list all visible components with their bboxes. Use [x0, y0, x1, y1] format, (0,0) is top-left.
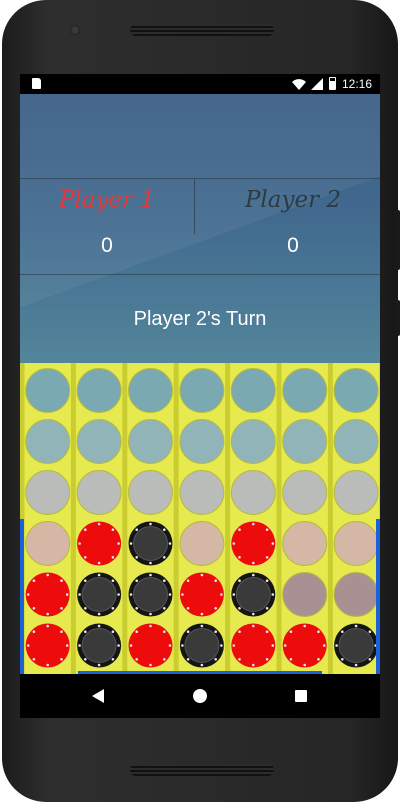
wifi-icon [292, 79, 306, 90]
board-cell-empty[interactable] [25, 368, 71, 413]
earpiece-speaker [130, 24, 274, 36]
volume-button [396, 210, 400, 270]
board-cell-red[interactable] [231, 521, 276, 566]
phone-frame: 12:16 Player 1 Player 2 0 0 Player 2's T… [2, 0, 400, 802]
board-cell-empty[interactable] [76, 470, 122, 515]
signal-icon [311, 78, 323, 90]
player-1-score: 0 [101, 234, 113, 257]
home-icon[interactable] [193, 689, 207, 703]
board-cell-black[interactable] [231, 572, 276, 617]
board-column-divider [173, 363, 179, 674]
board-cell-empty[interactable] [230, 368, 276, 413]
board-cell-empty[interactable] [76, 368, 122, 413]
power-button [396, 300, 400, 336]
board-column-divider [225, 363, 231, 674]
board-frame-left [20, 519, 24, 674]
bottom-speaker [130, 764, 274, 776]
board-column-divider [70, 363, 76, 674]
status-bar: 12:16 [20, 74, 380, 94]
board-cell-black[interactable] [179, 623, 224, 668]
board-cell-empty[interactable] [282, 521, 328, 566]
board-cell-empty[interactable] [282, 368, 328, 413]
board-cell-empty[interactable] [128, 470, 173, 515]
board-cell-empty[interactable] [282, 470, 328, 515]
board-cell-empty[interactable] [282, 572, 328, 617]
recents-icon[interactable] [295, 690, 307, 702]
board-column-divider [122, 363, 128, 674]
board-cell-empty[interactable] [25, 419, 71, 464]
board-frame-right [376, 519, 380, 674]
turn-indicator: Player 2's Turn [133, 308, 267, 330]
board-cell-red[interactable] [179, 572, 224, 617]
sd-card-icon [32, 78, 41, 89]
board-cell-red[interactable] [25, 572, 70, 617]
board-cell-empty[interactable] [333, 470, 379, 515]
board-cell-black[interactable] [77, 623, 122, 668]
board-cell-black[interactable] [128, 572, 173, 617]
player-2-name: Player 2 [244, 187, 342, 213]
game-board[interactable] [20, 363, 380, 674]
board-cell-empty[interactable] [179, 521, 225, 566]
board-cell-empty[interactable] [333, 419, 379, 464]
status-time: 12:16 [342, 77, 373, 91]
board-cell-red[interactable] [25, 623, 70, 668]
scoreboard-divider [194, 179, 195, 234]
board-column-divider [276, 363, 282, 674]
navigation-bar [20, 674, 380, 718]
game-screen: Player 1 Player 2 0 0 Player 2's Turn [20, 94, 380, 674]
board-cell-empty[interactable] [282, 419, 328, 464]
board-cell-empty[interactable] [333, 368, 379, 413]
board-cell-empty[interactable] [179, 419, 225, 464]
board-cell-empty[interactable] [76, 419, 122, 464]
board-grid[interactable] [20, 363, 380, 674]
front-camera [70, 25, 80, 35]
board-cell-black[interactable] [77, 572, 122, 617]
board-cell-empty[interactable] [25, 470, 71, 515]
board-cell-empty[interactable] [25, 521, 71, 566]
board-cell-red[interactable] [282, 623, 327, 668]
battery-icon [329, 77, 336, 90]
board-cell-empty[interactable] [128, 368, 173, 413]
screen: 12:16 Player 1 Player 2 0 0 Player 2's T… [20, 74, 380, 718]
board-cell-red[interactable] [128, 623, 173, 668]
player-2-score: 0 [287, 234, 299, 257]
board-cell-black[interactable] [334, 623, 379, 668]
board-column-divider [327, 363, 333, 674]
board-cell-red[interactable] [231, 623, 276, 668]
board-cell-empty[interactable] [333, 521, 379, 566]
board-cell-empty[interactable] [333, 572, 379, 617]
board-cell-red[interactable] [77, 521, 122, 566]
scoreboard: Player 1 Player 2 0 0 [20, 178, 380, 275]
board-cell-empty[interactable] [230, 470, 276, 515]
player-1-name: Player 1 [58, 187, 156, 213]
board-cell-black[interactable] [128, 521, 173, 566]
back-icon[interactable] [92, 689, 104, 703]
board-cell-empty[interactable] [128, 419, 173, 464]
board-cell-empty[interactable] [179, 470, 225, 515]
board-cell-empty[interactable] [179, 368, 225, 413]
board-cell-empty[interactable] [230, 419, 276, 464]
